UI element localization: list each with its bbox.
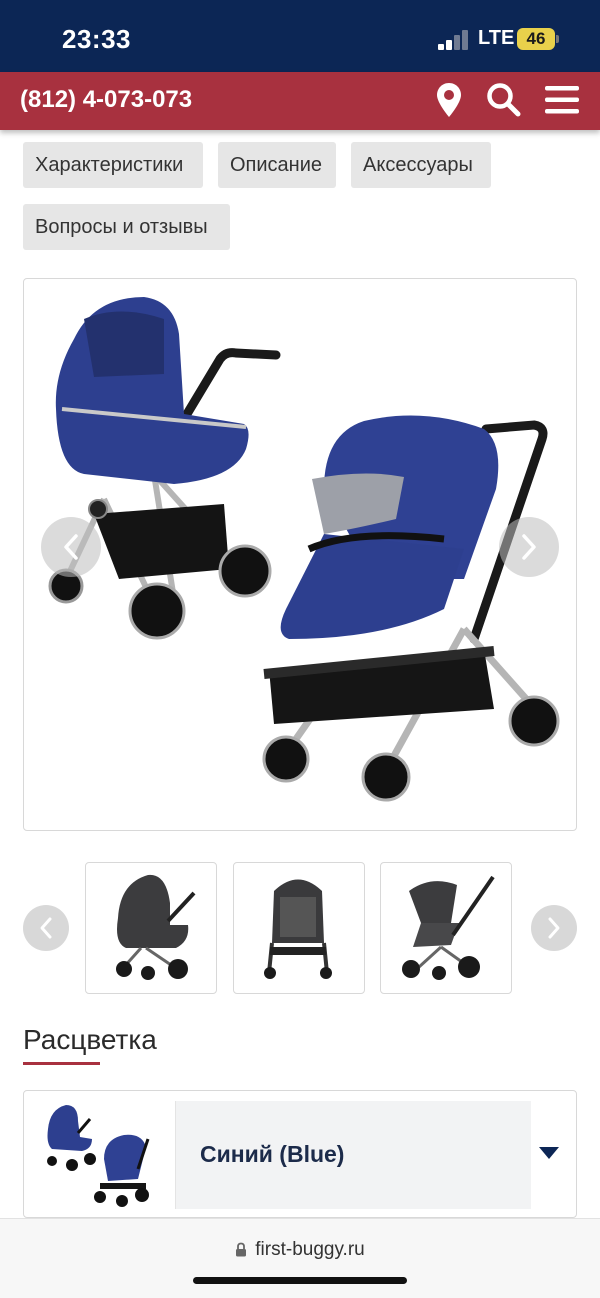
tab-description[interactable]: Описание	[218, 142, 336, 188]
section-title-color: Расцветка	[23, 1024, 157, 1055]
tab-characteristics[interactable]: Характеристики	[23, 142, 203, 188]
thumbnail-prev-button[interactable]	[23, 905, 69, 951]
product-gallery	[23, 278, 577, 831]
url-field[interactable]: first-buggy.ru	[0, 1239, 600, 1261]
chevron-left-icon	[64, 534, 78, 560]
search-icon[interactable]	[486, 82, 522, 123]
thumbnail-next-button[interactable]	[531, 905, 577, 951]
color-select[interactable]: Синий (Blue)	[23, 1090, 577, 1218]
stroller-image	[48, 297, 560, 802]
home-indicator[interactable]	[193, 1277, 407, 1284]
status-time: 23:33	[62, 24, 131, 54]
browser-address-bar: first-buggy.ru	[0, 1218, 600, 1298]
battery-tip	[556, 35, 559, 43]
chevron-right-icon	[522, 534, 536, 560]
lock-icon	[236, 1242, 247, 1257]
color-swatch-image	[47, 1105, 150, 1207]
site-header: (812) 4-073-073	[0, 72, 600, 130]
selected-color-label: Синий (Blue)	[200, 1141, 345, 1167]
location-pin-icon[interactable]	[436, 82, 462, 123]
network-label: LTE	[478, 27, 515, 49]
chevron-left-icon	[40, 917, 52, 939]
thumbnail-front[interactable]	[233, 862, 365, 994]
battery-icon: 46	[517, 28, 555, 50]
gallery-next-button[interactable]	[499, 517, 559, 577]
chevron-right-icon	[548, 917, 560, 939]
tab-reviews[interactable]: Вопросы и отзывы	[23, 204, 230, 250]
stroller-seat-image	[262, 415, 560, 802]
tab-accessories[interactable]: Аксессуары	[351, 142, 491, 188]
thumbnail-carrycot[interactable]	[85, 862, 217, 994]
menu-icon[interactable]	[544, 82, 580, 123]
stroller-carrycot-image	[48, 297, 281, 640]
signal-icon	[438, 30, 470, 50]
gallery-prev-button[interactable]	[41, 517, 101, 577]
thumbnail-seat[interactable]	[380, 862, 512, 994]
color-value-box[interactable]: Синий (Blue)	[175, 1101, 531, 1209]
thumbnail-carousel	[0, 862, 600, 994]
phone-link[interactable]: (812) 4-073-073	[20, 86, 192, 114]
dropdown-arrow-icon[interactable]	[538, 1146, 560, 1160]
section-underline	[23, 1062, 100, 1065]
status-bar: 23:33 LTE 46	[0, 0, 600, 72]
url-text: first-buggy.ru	[255, 1239, 365, 1260]
